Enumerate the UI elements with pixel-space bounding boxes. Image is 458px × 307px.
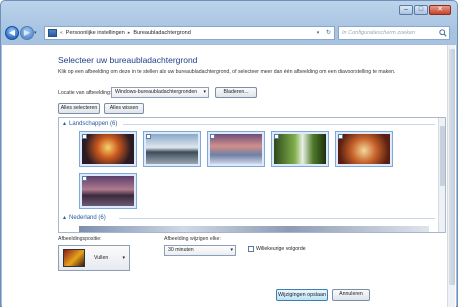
address-dropdown-icon[interactable]: ▾ bbox=[313, 30, 323, 36]
checkbox[interactable] bbox=[82, 134, 87, 139]
address-bar[interactable]: « Persoonlijke instellingen ▸ Bureaublad… bbox=[44, 26, 324, 40]
save-changes-button[interactable]: Wijzigingen opslaan bbox=[276, 289, 328, 301]
search-icon bbox=[439, 29, 447, 37]
recent-pages-dropdown[interactable]: ▾ bbox=[34, 30, 37, 36]
navigation-bar: ◀ ▶ ▾ « Persoonlijke instellingen ▸ Bure… bbox=[1, 23, 457, 43]
chevron-down-icon: ▾ bbox=[230, 247, 233, 253]
wallpaper-image bbox=[274, 134, 326, 164]
position-label: Afbeeldingspositie: bbox=[58, 236, 102, 242]
clear-all-button[interactable]: Alles wissen bbox=[104, 103, 144, 114]
search-input[interactable]: In Configuratiescherm zoeken bbox=[338, 26, 450, 40]
close-button[interactable]: ✕ bbox=[429, 5, 451, 15]
position-preview bbox=[63, 249, 85, 267]
wallpaper-thumbnail[interactable] bbox=[143, 131, 201, 167]
control-panel-window: – □ ✕ ◀ ▶ ▾ « Persoonlijke instellingen … bbox=[0, 0, 458, 307]
browse-button[interactable]: Bladeren... bbox=[215, 87, 257, 98]
select-all-button[interactable]: Alles selecteren bbox=[58, 103, 100, 114]
window-scroll-thumb[interactable] bbox=[449, 49, 455, 285]
checkbox[interactable] bbox=[146, 134, 151, 139]
location-value: Windows-bureaubladachtergronden bbox=[115, 89, 198, 95]
position-value: Vullen bbox=[94, 255, 109, 261]
wallpaper-image bbox=[82, 176, 134, 206]
wallpaper-image bbox=[210, 134, 262, 164]
shuffle-checkbox[interactable]: Willekeurige volgorde bbox=[248, 246, 306, 252]
wallpaper-gallery: ▴ Landschappen (6) ▴ Nederland (6) bbox=[58, 117, 446, 233]
checkbox[interactable] bbox=[82, 176, 87, 181]
position-select[interactable]: Vullen ▾ bbox=[58, 245, 130, 271]
maximize-button[interactable]: □ bbox=[414, 5, 428, 15]
breadcrumb-desktop-background[interactable]: Bureaubladachtergrond bbox=[133, 30, 191, 36]
interval-label: Afbeelding wijzigen elke: bbox=[164, 236, 221, 242]
chevron-down-icon: ▾ bbox=[122, 255, 125, 261]
wallpaper-thumbnail[interactable] bbox=[271, 131, 329, 167]
group-divider bbox=[123, 124, 435, 125]
page-description: Klik op een afbeelding om deze in te ste… bbox=[58, 69, 396, 75]
checkbox[interactable] bbox=[338, 134, 343, 139]
breadcrumb-separator: « bbox=[60, 30, 63, 36]
page-title: Selecteer uw bureaubladachtergrond bbox=[58, 55, 198, 65]
chevron-down-icon: ▾ bbox=[203, 89, 206, 95]
refresh-icon[interactable]: ↻ bbox=[323, 26, 335, 40]
checkbox[interactable] bbox=[210, 134, 215, 139]
wallpaper-image bbox=[338, 134, 390, 164]
wallpaper-row-partial bbox=[79, 226, 429, 232]
checkbox[interactable] bbox=[274, 134, 279, 139]
search-placeholder: In Configuratiescherm zoeken bbox=[342, 30, 416, 36]
wallpaper-image bbox=[146, 134, 198, 164]
main-content: Selecteer uw bureaubladachtergrond Klik … bbox=[2, 44, 456, 307]
location-label: Locatie van afbeelding: bbox=[58, 90, 112, 96]
breadcrumb-personalization[interactable]: Persoonlijke instellingen bbox=[66, 30, 125, 36]
group-header-landscapes[interactable]: ▴ Landschappen (6) bbox=[63, 120, 118, 128]
control-panel-icon bbox=[48, 29, 57, 37]
forward-button[interactable]: ▶ bbox=[20, 26, 34, 40]
wallpaper-thumbnail[interactable] bbox=[335, 131, 393, 167]
wallpaper-image bbox=[82, 134, 134, 164]
window-scrollbar[interactable] bbox=[447, 45, 455, 307]
group-divider bbox=[119, 218, 435, 219]
interval-select[interactable]: 30 minuten ▾ bbox=[164, 245, 236, 256]
caption-buttons: – □ ✕ bbox=[399, 5, 451, 15]
wallpaper-thumbnail[interactable] bbox=[207, 131, 265, 167]
gallery-scrollbar[interactable] bbox=[438, 118, 445, 232]
wallpaper-thumbnail[interactable] bbox=[79, 131, 137, 167]
minimize-button[interactable]: – bbox=[399, 5, 413, 15]
group-header-netherlands[interactable]: ▴ Nederland (6) bbox=[63, 214, 106, 222]
breadcrumb-separator: ▸ bbox=[127, 30, 131, 36]
back-button[interactable]: ◀ bbox=[5, 26, 19, 40]
wallpaper-thumbnail[interactable] bbox=[79, 173, 137, 209]
shuffle-label: Willekeurige volgorde bbox=[256, 246, 306, 252]
interval-value: 30 minuten bbox=[168, 247, 194, 253]
gallery-scroll-thumb[interactable] bbox=[440, 126, 445, 186]
group-label: Landschappen (6) bbox=[69, 120, 118, 127]
location-select[interactable]: Windows-bureaubladachtergronden ▾ bbox=[111, 87, 209, 98]
checkbox[interactable] bbox=[248, 246, 254, 252]
group-label: Nederland (6) bbox=[69, 214, 106, 221]
collapse-icon: ▴ bbox=[63, 121, 67, 127]
collapse-icon: ▴ bbox=[63, 215, 67, 221]
cancel-button[interactable]: Annuleren bbox=[332, 289, 370, 301]
